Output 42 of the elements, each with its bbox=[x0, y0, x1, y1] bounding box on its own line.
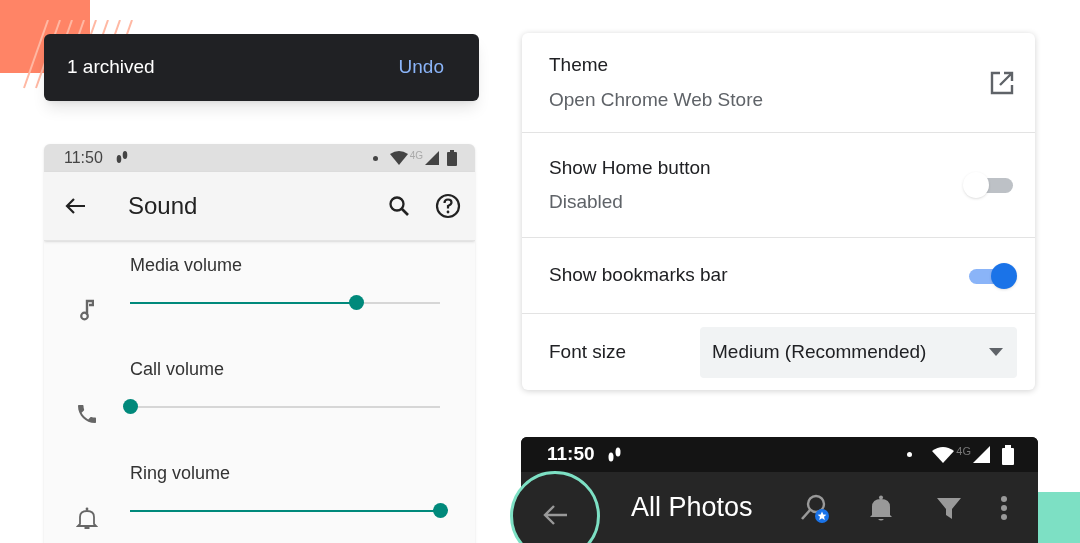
wifi-icon bbox=[932, 446, 955, 463]
setting-subtitle: Disabled bbox=[549, 190, 624, 214]
slider-label: Media volume bbox=[130, 254, 244, 277]
wifi-icon bbox=[389, 151, 408, 165]
setting-title: Show bookmarks bar bbox=[549, 263, 729, 288]
back-arrow-icon[interactable] bbox=[64, 197, 86, 215]
screen-title: Sound bbox=[128, 191, 199, 221]
signal-icon bbox=[973, 446, 990, 463]
status-time: 11:50 bbox=[64, 148, 103, 168]
bell-icon bbox=[76, 506, 98, 530]
dot-icon bbox=[372, 155, 378, 161]
network-label: 4G bbox=[956, 444, 971, 460]
search-icon[interactable] bbox=[388, 195, 410, 217]
footsteps-icon bbox=[606, 445, 623, 464]
music-note-icon bbox=[80, 299, 94, 321]
caret-icon bbox=[989, 348, 1003, 356]
font-size-dropdown[interactable]: Medium (Recommended) bbox=[700, 326, 1017, 378]
setting-subtitle: Open Chrome Web Store bbox=[549, 87, 765, 112]
dot-icon bbox=[907, 452, 913, 457]
signal-icon bbox=[425, 151, 439, 165]
footsteps-icon bbox=[114, 150, 129, 166]
slider-thumb[interactable] bbox=[349, 295, 365, 310]
phone-icon bbox=[75, 402, 99, 426]
slider-thumb[interactable] bbox=[433, 503, 448, 518]
setting-title: Theme bbox=[549, 53, 610, 77]
back-button[interactable] bbox=[510, 471, 600, 543]
undo-button[interactable]: Undo bbox=[398, 53, 444, 82]
screen-title: All Photos bbox=[631, 491, 754, 525]
external-link-icon[interactable] bbox=[989, 69, 1015, 96]
slider-label: Ring volume bbox=[130, 462, 232, 485]
battery-icon bbox=[447, 150, 457, 166]
slider-label: Call volume bbox=[130, 358, 226, 381]
more-icon[interactable] bbox=[1000, 494, 1008, 521]
setting-title: Show Home button bbox=[549, 155, 712, 180]
battery-icon bbox=[1002, 444, 1014, 465]
snackbar-message: 1 archived bbox=[67, 55, 155, 80]
slider-thumb[interactable] bbox=[123, 399, 138, 414]
help-icon[interactable] bbox=[435, 193, 461, 219]
back-arrow-icon bbox=[542, 503, 568, 526]
status-time: 11:50 bbox=[547, 442, 595, 467]
setting-title: Font size bbox=[549, 339, 628, 364]
bell-icon[interactable] bbox=[868, 493, 894, 522]
